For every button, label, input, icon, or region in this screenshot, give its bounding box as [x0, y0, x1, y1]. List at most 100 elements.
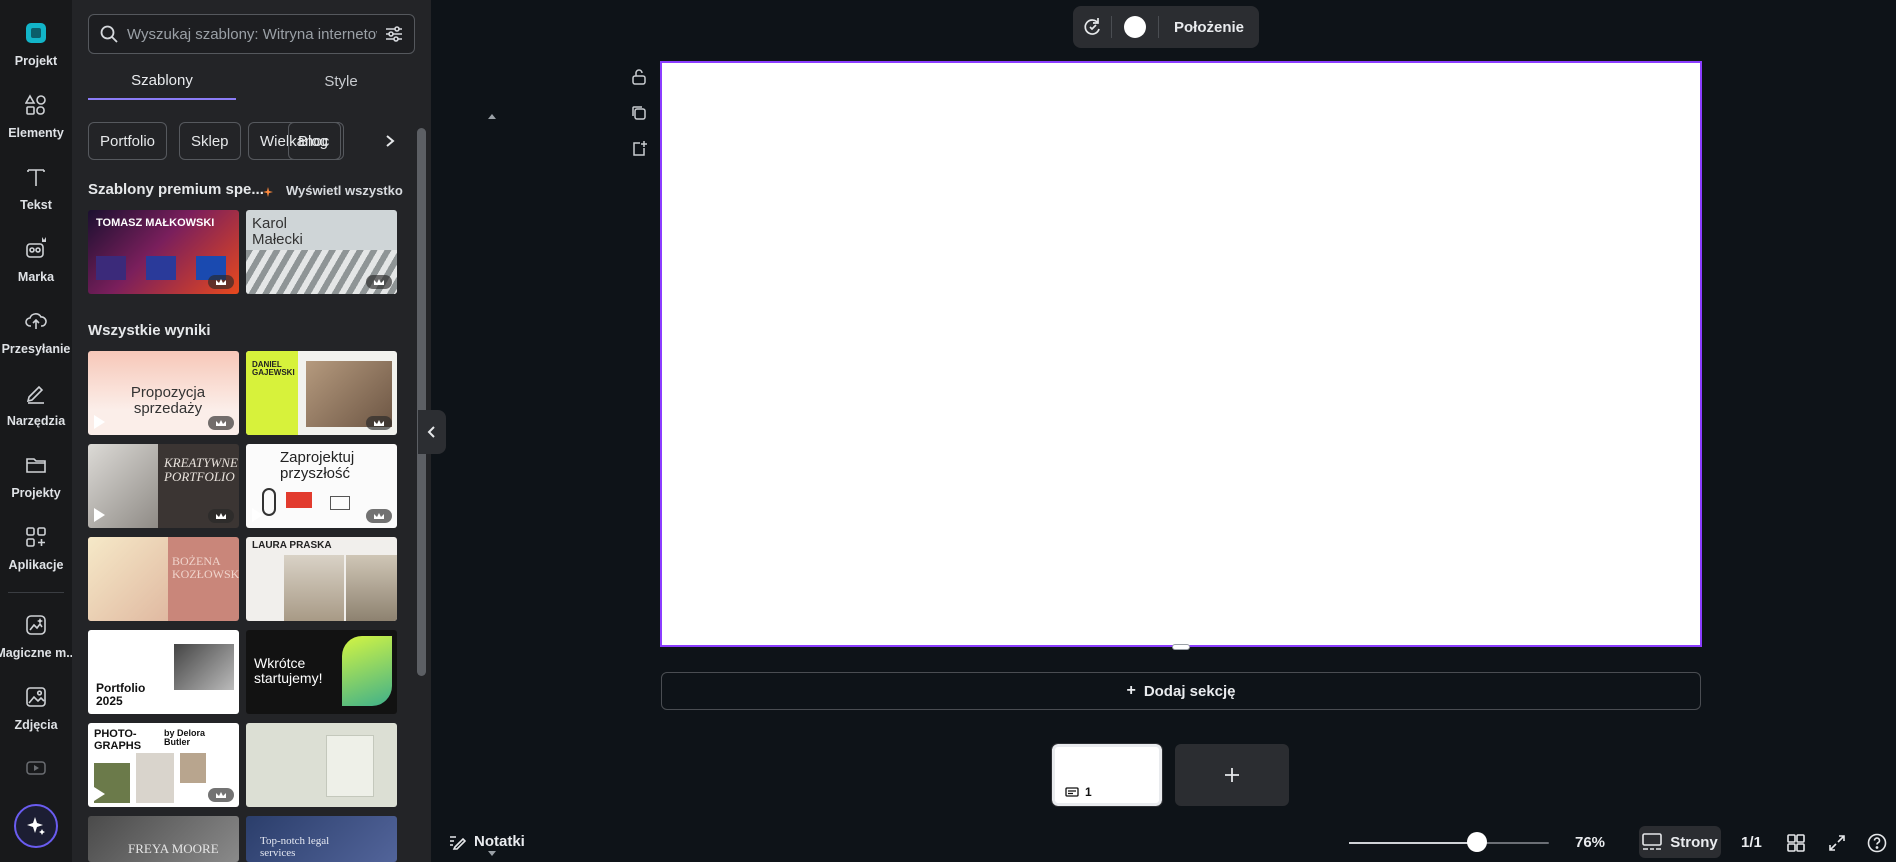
rail-item-projekty[interactable]: Projekty	[0, 446, 72, 508]
tab-style[interactable]: Style	[267, 62, 415, 100]
template-title: Propozycja sprzedaży	[130, 384, 206, 417]
chevron-right-icon[interactable]	[382, 133, 398, 149]
rail-item-elementy[interactable]: Elementy	[0, 86, 72, 148]
add-section-button[interactable]: + Dodaj sekcję	[661, 672, 1701, 710]
chip-blog-visible[interactable]: Blog	[288, 122, 344, 160]
template-thumb[interactable]: Propozycja sprzedaży	[88, 351, 239, 435]
rail-label: Przesyłanie	[1, 342, 71, 356]
text-t-icon	[23, 164, 49, 190]
chip-sklep[interactable]: Sklep	[179, 122, 241, 160]
sparkle-icon	[27, 817, 45, 835]
background-color-button[interactable]	[1112, 16, 1158, 38]
lock-icon[interactable]	[628, 66, 650, 88]
scroll-down-icon[interactable]	[486, 850, 498, 858]
template-title: BOŻENA KOZŁOWSKA	[172, 554, 239, 581]
rail-item-aplikacje[interactable]: Aplikacje	[0, 518, 72, 580]
shapes-icon	[23, 92, 49, 118]
rail-label: Tekst	[20, 198, 52, 212]
refresh-icon	[1084, 18, 1100, 35]
page-count[interactable]: 1/1	[1741, 834, 1762, 851]
video-play-icon	[252, 508, 263, 522]
panel-scroll-thumb[interactable]	[417, 128, 426, 676]
panel-tabs: Szablony Style	[88, 62, 415, 100]
rail-item-tekst[interactable]: Tekst	[0, 158, 72, 220]
rail-item-narzedzia[interactable]: Narzędzia	[0, 374, 72, 436]
rail-divider	[8, 592, 64, 593]
add-page-button[interactable]	[1175, 744, 1289, 806]
template-image	[136, 753, 174, 803]
help-icon[interactable]	[1866, 832, 1888, 854]
template-thumb[interactable]: FREYA MOORE	[88, 816, 239, 862]
template-image	[180, 753, 206, 783]
duplicate-icon[interactable]	[628, 102, 650, 124]
folder-icon	[23, 452, 49, 478]
rail-item-magiczne-media[interactable]: Magiczne m...	[0, 606, 77, 668]
template-image	[262, 488, 276, 516]
design-logo-icon	[23, 20, 49, 46]
add-page-icon[interactable]	[628, 138, 650, 160]
rail-label: Aplikacje	[8, 558, 64, 572]
pages-button[interactable]: Strony	[1639, 826, 1721, 858]
rail-label: Elementy	[8, 126, 64, 140]
collapse-panel-button[interactable]	[418, 410, 446, 454]
template-thumb[interactable]: LAURA PRASKA	[246, 537, 397, 621]
zoom-slider[interactable]	[1349, 842, 1549, 844]
scroll-up-icon[interactable]	[486, 112, 498, 120]
template-title: Wkrótce startujemy!	[254, 655, 323, 686]
premium-crown-icon	[208, 509, 234, 523]
premium-crown-icon	[208, 788, 234, 802]
zoom-slider-knob[interactable]	[1467, 832, 1487, 852]
search-box[interactable]	[88, 14, 415, 54]
template-thumb[interactable]: DANIEL GAJEWSKI	[246, 351, 397, 435]
left-rail: Projekt Elementy Tekst Marka Przesyłanie	[0, 0, 77, 862]
apps-grid-icon	[23, 524, 49, 550]
rail-item-marka[interactable]: Marka	[0, 230, 72, 292]
filter-sliders-icon[interactable]	[384, 24, 404, 44]
video-play-icon	[94, 508, 105, 522]
design-page[interactable]	[660, 61, 1702, 647]
page-resize-handle[interactable]	[1172, 644, 1190, 650]
pages-layout-icon	[1642, 833, 1663, 850]
template-title: DANIEL GAJEWSKI	[252, 360, 295, 378]
template-thumb[interactable]: PHOTO-GRAPHS by Delora Butler	[88, 723, 239, 807]
template-thumb[interactable]: Wkrótce startujemy!	[246, 630, 397, 714]
brand-icon	[23, 236, 49, 262]
magic-assistant-button[interactable]	[14, 804, 58, 848]
rail-item-projekt[interactable]: Projekt	[0, 14, 72, 76]
page-thumbnail[interactable]: 1	[1051, 743, 1163, 807]
pen-tools-icon	[23, 380, 49, 406]
template-thumb[interactable]	[246, 723, 397, 807]
rail-item-zdjecia[interactable]: Zdjęcia	[0, 678, 72, 740]
tab-szablony[interactable]: Szablony	[88, 62, 236, 100]
grid-view-icon[interactable]	[1785, 832, 1807, 854]
position-button[interactable]: Położenie	[1159, 19, 1259, 36]
template-image	[88, 537, 168, 621]
premium-crown-icon	[366, 275, 392, 289]
premium-crown-icon	[366, 509, 392, 523]
template-thumb[interactable]: Top-notch legal services	[246, 816, 397, 862]
video-icon[interactable]	[25, 760, 47, 776]
template-thumb[interactable]: Karol Małecki	[246, 210, 397, 294]
zoom-level[interactable]: 76%	[1575, 834, 1605, 851]
template-thumb[interactable]: Portfolio 2025	[88, 630, 239, 714]
floating-toolbar: Położenie	[1073, 6, 1259, 48]
template-thumb[interactable]: KREATYWNE PORTFOLIO	[88, 444, 239, 528]
regenerate-button[interactable]	[1073, 16, 1111, 38]
chip-portfolio[interactable]: Portfolio	[88, 122, 168, 160]
rail-label: Zdjęcia	[14, 718, 58, 732]
rail-item-przesylanie[interactable]: Przesyłanie	[0, 302, 72, 364]
panel-scrollbar[interactable]	[486, 114, 498, 862]
template-thumb[interactable]: TOMASZ MAŁKOWSKI	[88, 210, 239, 294]
template-image	[326, 735, 374, 797]
template-thumb[interactable]: BOŻENA KOZŁOWSKA	[88, 537, 239, 621]
page-type-icon	[1065, 787, 1079, 797]
notes-button[interactable]: Notatki	[448, 832, 525, 850]
template-thumb[interactable]: Zaprojektuj przyszłość	[246, 444, 397, 528]
see-all-link[interactable]: Wyświetl wszystko	[286, 183, 403, 198]
fullscreen-icon[interactable]	[1826, 832, 1848, 854]
page-number: 1	[1085, 785, 1092, 799]
search-input[interactable]	[127, 25, 377, 43]
notes-label: Notatki	[474, 832, 525, 850]
premium-star-icon	[263, 184, 273, 202]
premium-section-title: Szablony premium spe...	[88, 181, 264, 198]
